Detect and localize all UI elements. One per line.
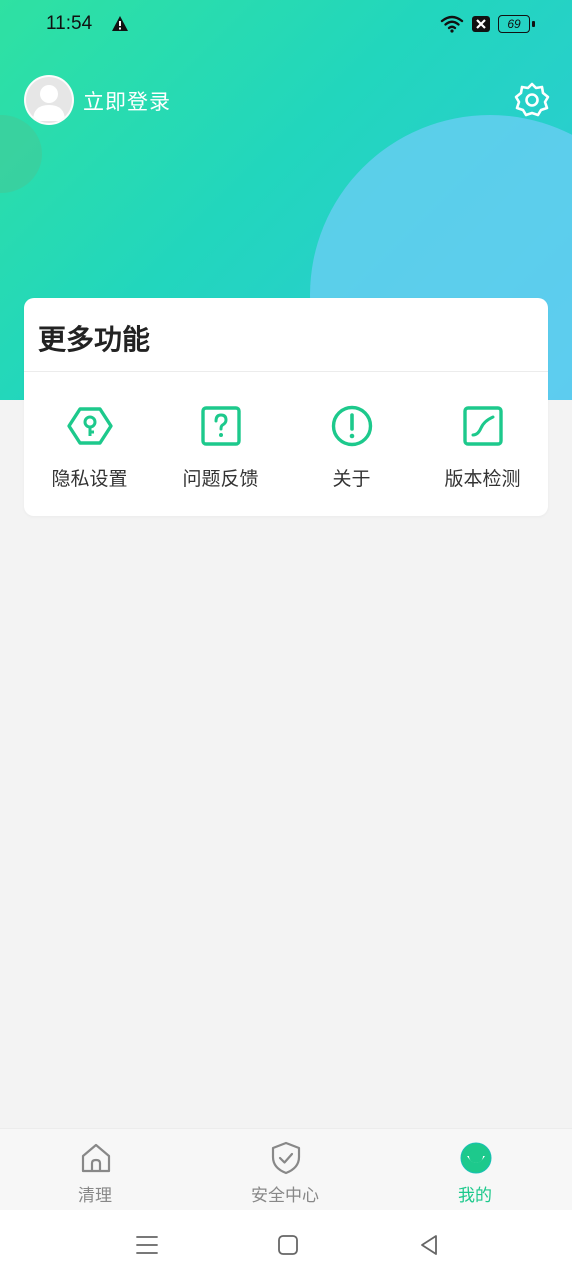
tab-security-center[interactable]: 安全中心 <box>190 1129 380 1211</box>
feature-version-check[interactable]: 版本检测 <box>417 402 548 498</box>
feature-label: 隐私设置 <box>51 468 128 490</box>
feature-privacy-settings[interactable]: 隐私设置 <box>24 402 155 498</box>
divider <box>24 371 548 372</box>
feature-about[interactable]: 关于 <box>286 402 417 498</box>
home-icon <box>81 1143 111 1173</box>
feature-label: 版本检测 <box>444 468 521 490</box>
feature-feedback[interactable]: 问题反馈 <box>155 402 286 498</box>
smile-face-icon <box>460 1142 492 1174</box>
tab-label: 安全中心 <box>251 1186 319 1206</box>
question-box-icon <box>200 406 241 446</box>
trend-line-icon <box>462 406 503 446</box>
tab-clean[interactable]: 清理 <box>0 1129 190 1211</box>
tab-mine[interactable]: 我的 <box>380 1129 570 1211</box>
feature-label: 关于 <box>332 468 371 490</box>
decorative-bubble <box>0 115 42 193</box>
gear-icon[interactable] <box>512 80 552 120</box>
menu-icon[interactable] <box>134 1232 160 1258</box>
sim-icon <box>472 16 490 32</box>
home-square-icon[interactable] <box>275 1232 301 1258</box>
card-title: 更多功能 <box>38 323 151 356</box>
system-nav-bar <box>0 1210 572 1280</box>
back-triangle-icon[interactable] <box>416 1232 442 1258</box>
bottom-tab-bar: 清理 安全中心 我的 <box>0 1128 572 1211</box>
login-link[interactable]: 立即登录 <box>83 86 171 116</box>
key-hexagon-icon <box>66 407 113 445</box>
battery-level: 69 <box>507 17 521 31</box>
avatar[interactable] <box>24 75 74 125</box>
tab-label: 我的 <box>458 1186 492 1206</box>
battery-icon: 69 <box>498 15 530 33</box>
warning-icon <box>112 16 128 31</box>
more-features-card: 更多功能 隐私设置 问题反馈 关于 版本检测 <box>24 298 548 516</box>
feature-label: 问题反馈 <box>182 468 259 490</box>
info-circle-icon <box>331 405 372 447</box>
user-silhouette-icon <box>33 85 65 121</box>
status-time: 11:54 <box>46 13 93 34</box>
wifi-icon <box>440 15 464 33</box>
shield-check-icon <box>271 1141 301 1175</box>
tab-label: 清理 <box>78 1186 112 1206</box>
battery-tip <box>532 21 535 27</box>
